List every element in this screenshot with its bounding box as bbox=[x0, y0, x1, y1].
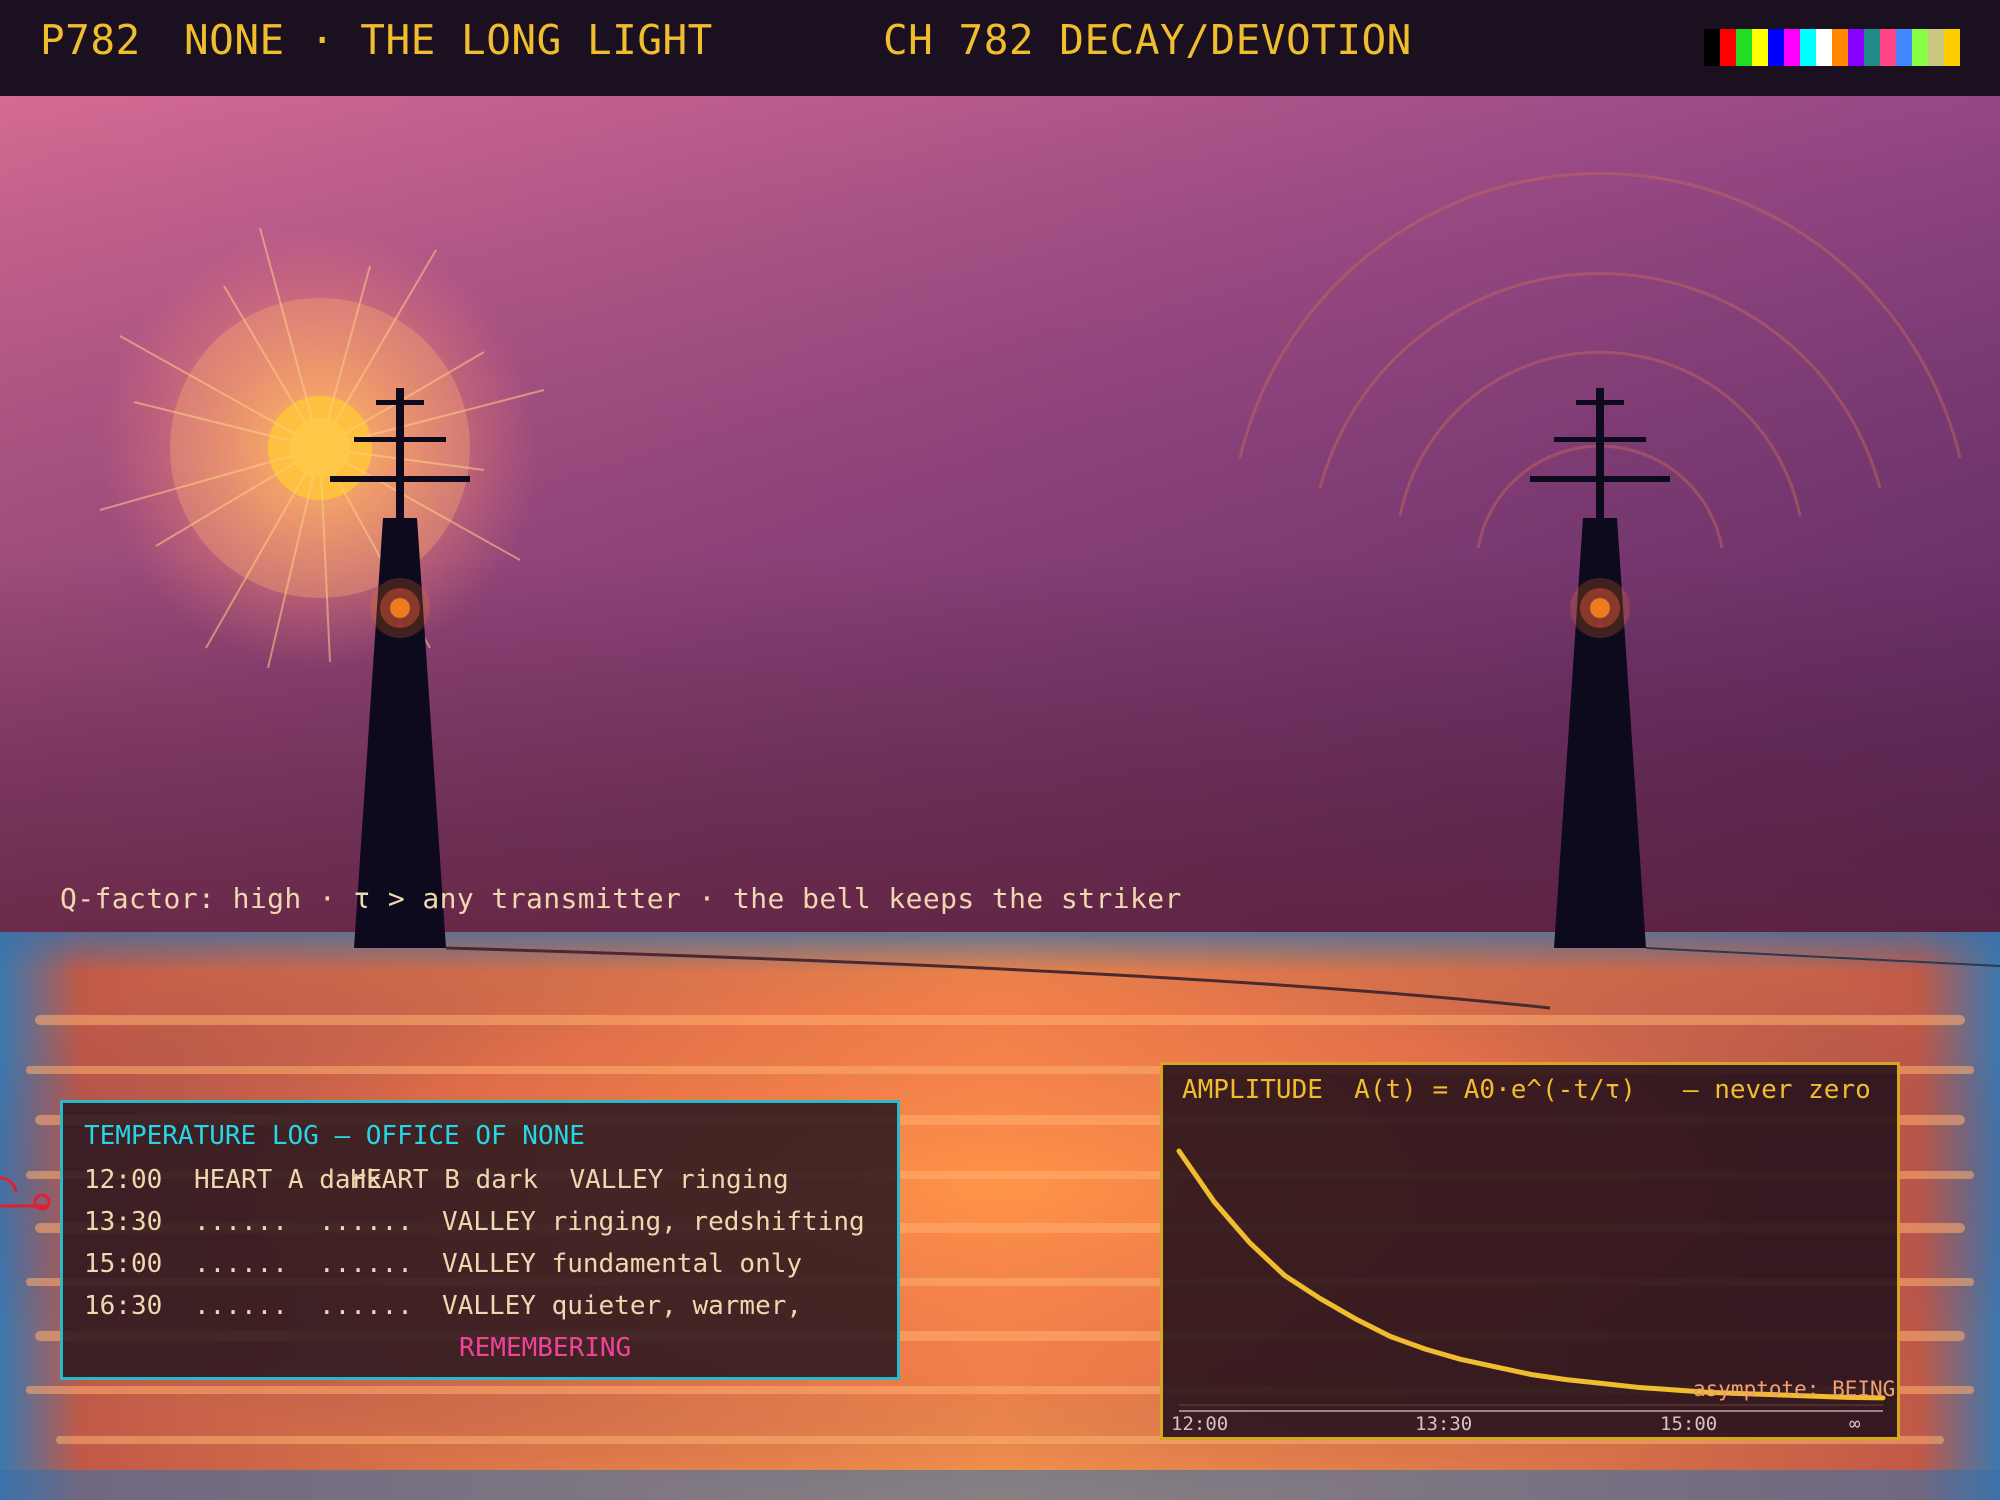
log-heart-b: HEART B dark bbox=[350, 1165, 539, 1195]
test-bar-swatch bbox=[1720, 29, 1736, 66]
test-bar-swatch bbox=[1736, 29, 1752, 66]
log-heart-a: ...... bbox=[194, 1207, 288, 1237]
log-title: TEMPERATURE LOG — OFFICE OF NONE bbox=[84, 1121, 585, 1151]
log-valley: VALLEY ringing bbox=[569, 1165, 789, 1195]
test-bar-swatch bbox=[1784, 29, 1800, 66]
log-valley: VALLEY quieter, warmer, bbox=[442, 1291, 803, 1321]
test-bar-swatch bbox=[1848, 29, 1864, 66]
log-spacer bbox=[319, 1165, 350, 1195]
test-bar-swatch bbox=[1832, 29, 1848, 66]
log-heart-a: HEART A dark bbox=[194, 1165, 382, 1195]
test-bar-swatch bbox=[1864, 29, 1880, 66]
test-bar-swatch bbox=[1816, 29, 1832, 66]
log-heart-b: ...... bbox=[319, 1249, 413, 1279]
asymptote-label: asymptote: BEING bbox=[1693, 1377, 1896, 1401]
log-row: 13:30............ VALLEY ringing, redshif… bbox=[84, 1201, 876, 1243]
log-time: 12:00 bbox=[84, 1165, 163, 1195]
temperature-log-panel: TEMPERATURE LOG — OFFICE OF NONE 12:00 HE… bbox=[60, 1100, 900, 1380]
log-row: 16:30............ VALLEY quieter, warmer, bbox=[84, 1285, 876, 1327]
test-bar-swatch bbox=[1880, 29, 1896, 66]
amplitude-chart-panel: AMPLITUDE A(t) = A0·e^(-t/τ) — never zer… bbox=[1160, 1062, 1900, 1440]
log-spacer bbox=[538, 1165, 569, 1195]
test-bar-swatch bbox=[1768, 29, 1784, 66]
x-tick-label: 12:00 bbox=[1171, 1413, 1229, 1435]
log-time: 16:30 bbox=[84, 1291, 163, 1321]
test-bar-swatch bbox=[1704, 29, 1720, 66]
log-heart-a: ...... bbox=[194, 1249, 288, 1279]
log-heart-b: ...... bbox=[319, 1291, 413, 1321]
scene-caption: Q-factor: high · τ > any transmitter · t… bbox=[60, 882, 1182, 915]
color-test-bars bbox=[1704, 29, 1960, 66]
log-heart-b: ...... bbox=[319, 1207, 413, 1237]
x-tick-label: 15:00 bbox=[1660, 1413, 1718, 1435]
log-continuation: REMEMBERING bbox=[459, 1333, 632, 1363]
log-heart-a: ...... bbox=[194, 1291, 288, 1321]
top-bar: P782 NONE · THE LONG LIGHT CH 782 DECAY/… bbox=[0, 0, 2000, 96]
log-valley: VALLEY ringing, redshifting bbox=[442, 1207, 865, 1237]
channel-tag: CH 782 DECAY/DEVOTION bbox=[883, 16, 1412, 64]
log-row: 15:00............ VALLEY fundamental only bbox=[84, 1243, 876, 1285]
test-bar-swatch bbox=[1896, 29, 1912, 66]
test-bar-swatch bbox=[1944, 29, 1960, 66]
amplitude-series-line bbox=[1176, 1148, 1886, 1401]
test-bar-swatch bbox=[1928, 29, 1944, 66]
channel-name: NONE · THE LONG LIGHT bbox=[184, 16, 713, 64]
log-row: 12:00 HEART A dark HEART B dark VALLEY ri… bbox=[84, 1159, 876, 1201]
x-tick-label: 13:30 bbox=[1415, 1413, 1473, 1435]
test-bar-swatch bbox=[1752, 29, 1768, 66]
x-tick-label: ∞ bbox=[1849, 1413, 1861, 1435]
test-bar-swatch bbox=[1912, 29, 1928, 66]
log-time: 13:30 bbox=[84, 1207, 163, 1237]
page-number: P782 bbox=[40, 16, 141, 64]
log-time: 15:00 bbox=[84, 1249, 163, 1279]
test-bar-swatch bbox=[1800, 29, 1816, 66]
log-valley: VALLEY fundamental only bbox=[442, 1249, 803, 1279]
